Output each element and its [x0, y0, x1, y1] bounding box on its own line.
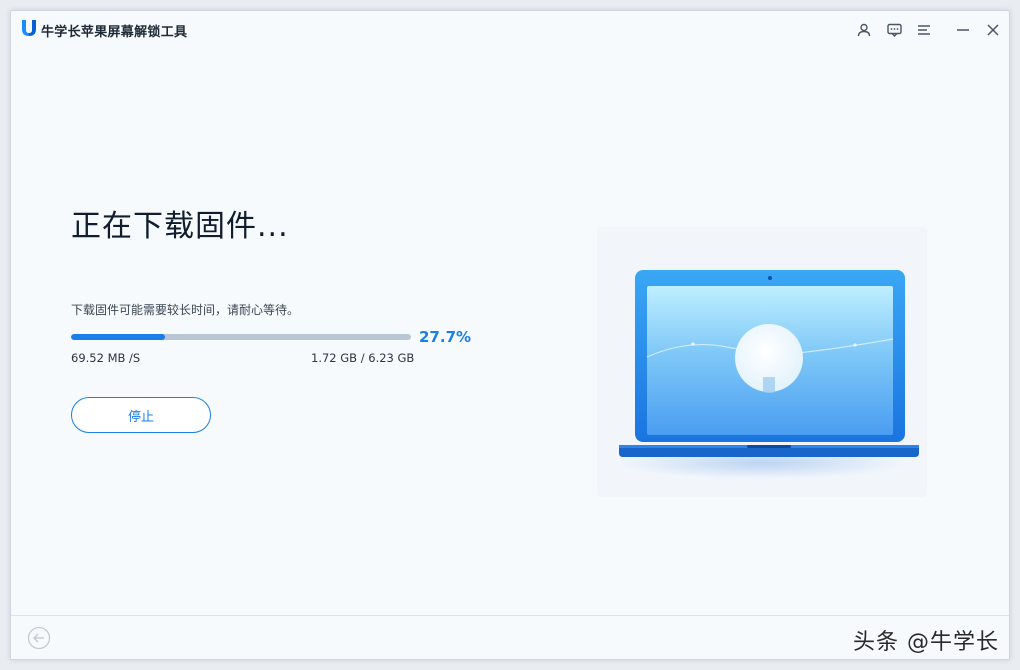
progress-percent: 27.7%	[419, 328, 472, 346]
close-icon[interactable]	[983, 20, 1003, 40]
watermark-text: 头条 @牛学长	[853, 630, 999, 655]
user-icon[interactable]	[854, 20, 874, 40]
footer-bar: 头条 @牛学长	[11, 615, 1009, 659]
minimize-icon[interactable]	[953, 20, 973, 40]
menu-icon[interactable]	[914, 20, 934, 40]
laptop-illustration	[597, 227, 927, 497]
app-logo-icon	[22, 20, 36, 36]
feedback-icon[interactable]	[884, 20, 904, 40]
download-hint: 下载固件可能需要较长时间，请耐心等待。	[71, 303, 300, 317]
page-title: 正在下载固件...	[71, 209, 289, 244]
title-bar: 牛学长苹果屏幕解锁工具	[11, 11, 1009, 49]
progress-fill	[71, 334, 166, 340]
download-speed: 69.52 MB /S	[71, 351, 141, 365]
app-title: 牛学长苹果屏幕解锁工具	[41, 25, 188, 40]
app-window: 牛学长苹果屏幕解锁工具 正在下载固件... 下载固件可能需要较长时间，请耐心等待…	[10, 10, 1010, 660]
download-progress-bar	[71, 334, 411, 340]
back-arrow-icon[interactable]	[27, 626, 51, 650]
download-size: 1.72 GB / 6.23 GB	[311, 351, 415, 365]
stop-button[interactable]: 停止	[71, 397, 211, 433]
